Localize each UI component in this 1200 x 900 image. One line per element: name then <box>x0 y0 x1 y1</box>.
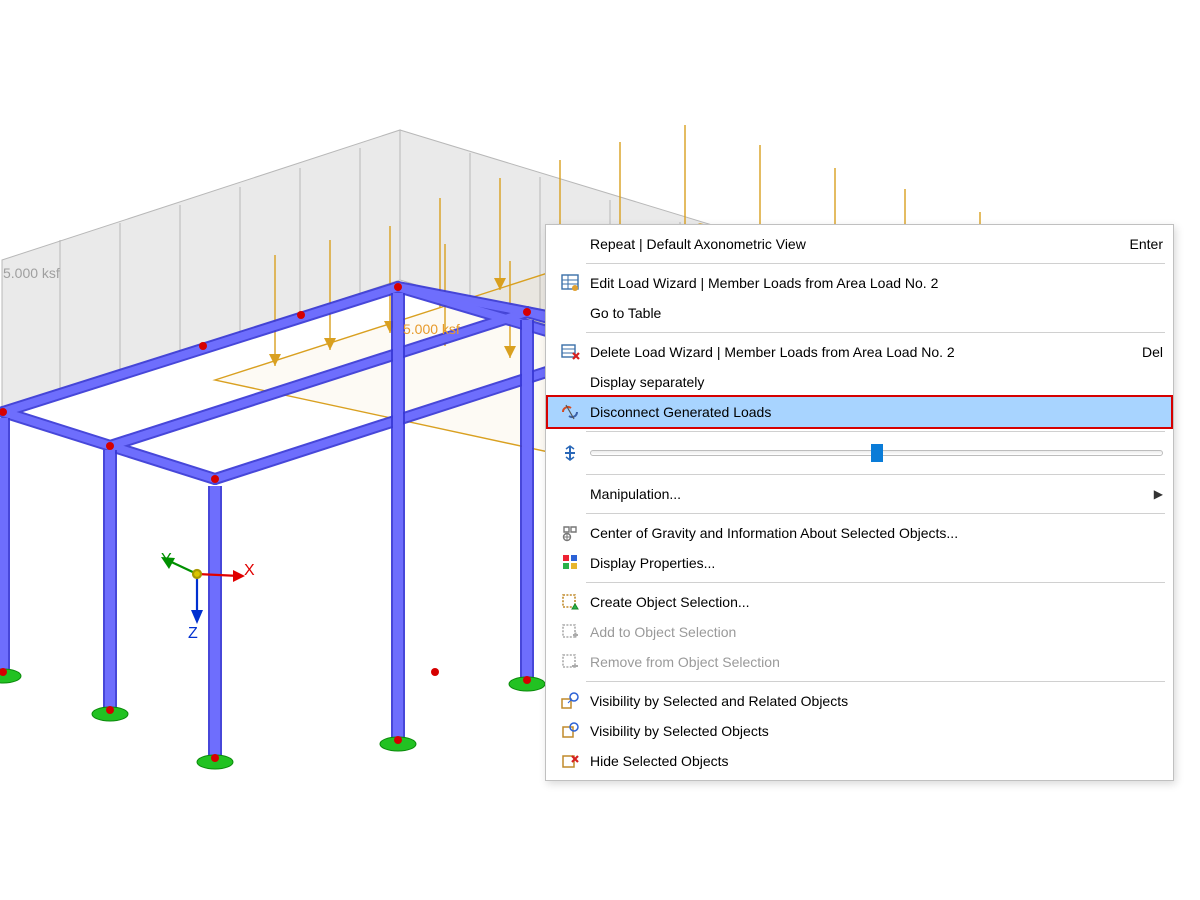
menu-item-go-to-table[interactable]: Go to Table <box>548 298 1171 328</box>
slider-thumb[interactable] <box>871 444 883 462</box>
visibility-related-icon <box>556 691 584 711</box>
menu-item-visibility-selected[interactable]: Visibility by Selected Objects <box>548 716 1171 746</box>
menu-label: Edit Load Wizard | Member Loads from Are… <box>584 275 1163 291</box>
menu-separator <box>586 474 1165 475</box>
disconnect-loads-icon <box>556 402 584 422</box>
menu-item-visibility-selected-related[interactable]: Visibility by Selected and Related Objec… <box>548 686 1171 716</box>
menu-label: Repeat | Default Axonometric View <box>584 236 1110 252</box>
menu-separator <box>586 263 1165 264</box>
create-selection-icon <box>556 592 584 612</box>
menu-separator <box>586 513 1165 514</box>
menu-label: Hide Selected Objects <box>584 753 1163 769</box>
delete-wizard-icon <box>556 342 584 362</box>
display-properties-icon <box>556 553 584 573</box>
menu-label: Create Object Selection... <box>584 594 1163 610</box>
menu-label: Go to Table <box>584 305 1163 321</box>
menu-item-manipulation[interactable]: Manipulation... ▶ <box>548 479 1171 509</box>
hide-objects-icon <box>556 751 584 771</box>
menu-separator <box>586 582 1165 583</box>
menu-item-display-properties[interactable]: Display Properties... <box>548 548 1171 578</box>
menu-item-opacity-slider[interactable] <box>548 436 1171 470</box>
menu-shortcut: Del <box>1122 344 1163 360</box>
menu-separator <box>586 681 1165 682</box>
remove-selection-icon <box>556 652 584 672</box>
menu-label: Manipulation... <box>584 486 1134 502</box>
menu-item-create-object-selection[interactable]: Create Object Selection... <box>548 587 1171 617</box>
menu-separator <box>586 332 1165 333</box>
opacity-step-icon <box>556 443 584 463</box>
menu-label: Display separately <box>584 374 1163 390</box>
context-menu: Repeat | Default Axonometric View Enter … <box>545 224 1174 781</box>
menu-item-remove-from-object-selection: Remove from Object Selection <box>548 647 1171 677</box>
submenu-arrow-icon: ▶ <box>1134 487 1163 501</box>
add-selection-icon <box>556 622 584 642</box>
opacity-slider[interactable] <box>590 442 1163 464</box>
menu-separator <box>586 431 1165 432</box>
menu-label: Visibility by Selected Objects <box>584 723 1163 739</box>
menu-label: Add to Object Selection <box>584 624 1163 640</box>
menu-item-add-to-object-selection: Add to Object Selection <box>548 617 1171 647</box>
menu-item-center-of-gravity[interactable]: Center of Gravity and Information About … <box>548 518 1171 548</box>
menu-label: Center of Gravity and Information About … <box>584 525 1163 541</box>
menu-label: Disconnect Generated Loads <box>584 404 1163 420</box>
menu-label: Display Properties... <box>584 555 1163 571</box>
menu-label: Remove from Object Selection <box>584 654 1163 670</box>
visibility-selected-icon <box>556 721 584 741</box>
menu-item-repeat[interactable]: Repeat | Default Axonometric View Enter <box>548 229 1171 259</box>
center-of-gravity-icon <box>556 523 584 543</box>
menu-shortcut: Enter <box>1110 236 1163 252</box>
menu-item-delete-load-wizard[interactable]: Delete Load Wizard | Member Loads from A… <box>548 337 1171 367</box>
menu-label: Delete Load Wizard | Member Loads from A… <box>584 344 1122 360</box>
menu-item-disconnect-generated-loads[interactable]: Disconnect Generated Loads <box>548 397 1171 427</box>
menu-item-edit-load-wizard[interactable]: Edit Load Wizard | Member Loads from Are… <box>548 268 1171 298</box>
menu-item-display-separately[interactable]: Display separately <box>548 367 1171 397</box>
edit-wizard-icon <box>556 273 584 293</box>
menu-item-hide-selected[interactable]: Hide Selected Objects <box>548 746 1171 776</box>
menu-label: Visibility by Selected and Related Objec… <box>584 693 1163 709</box>
